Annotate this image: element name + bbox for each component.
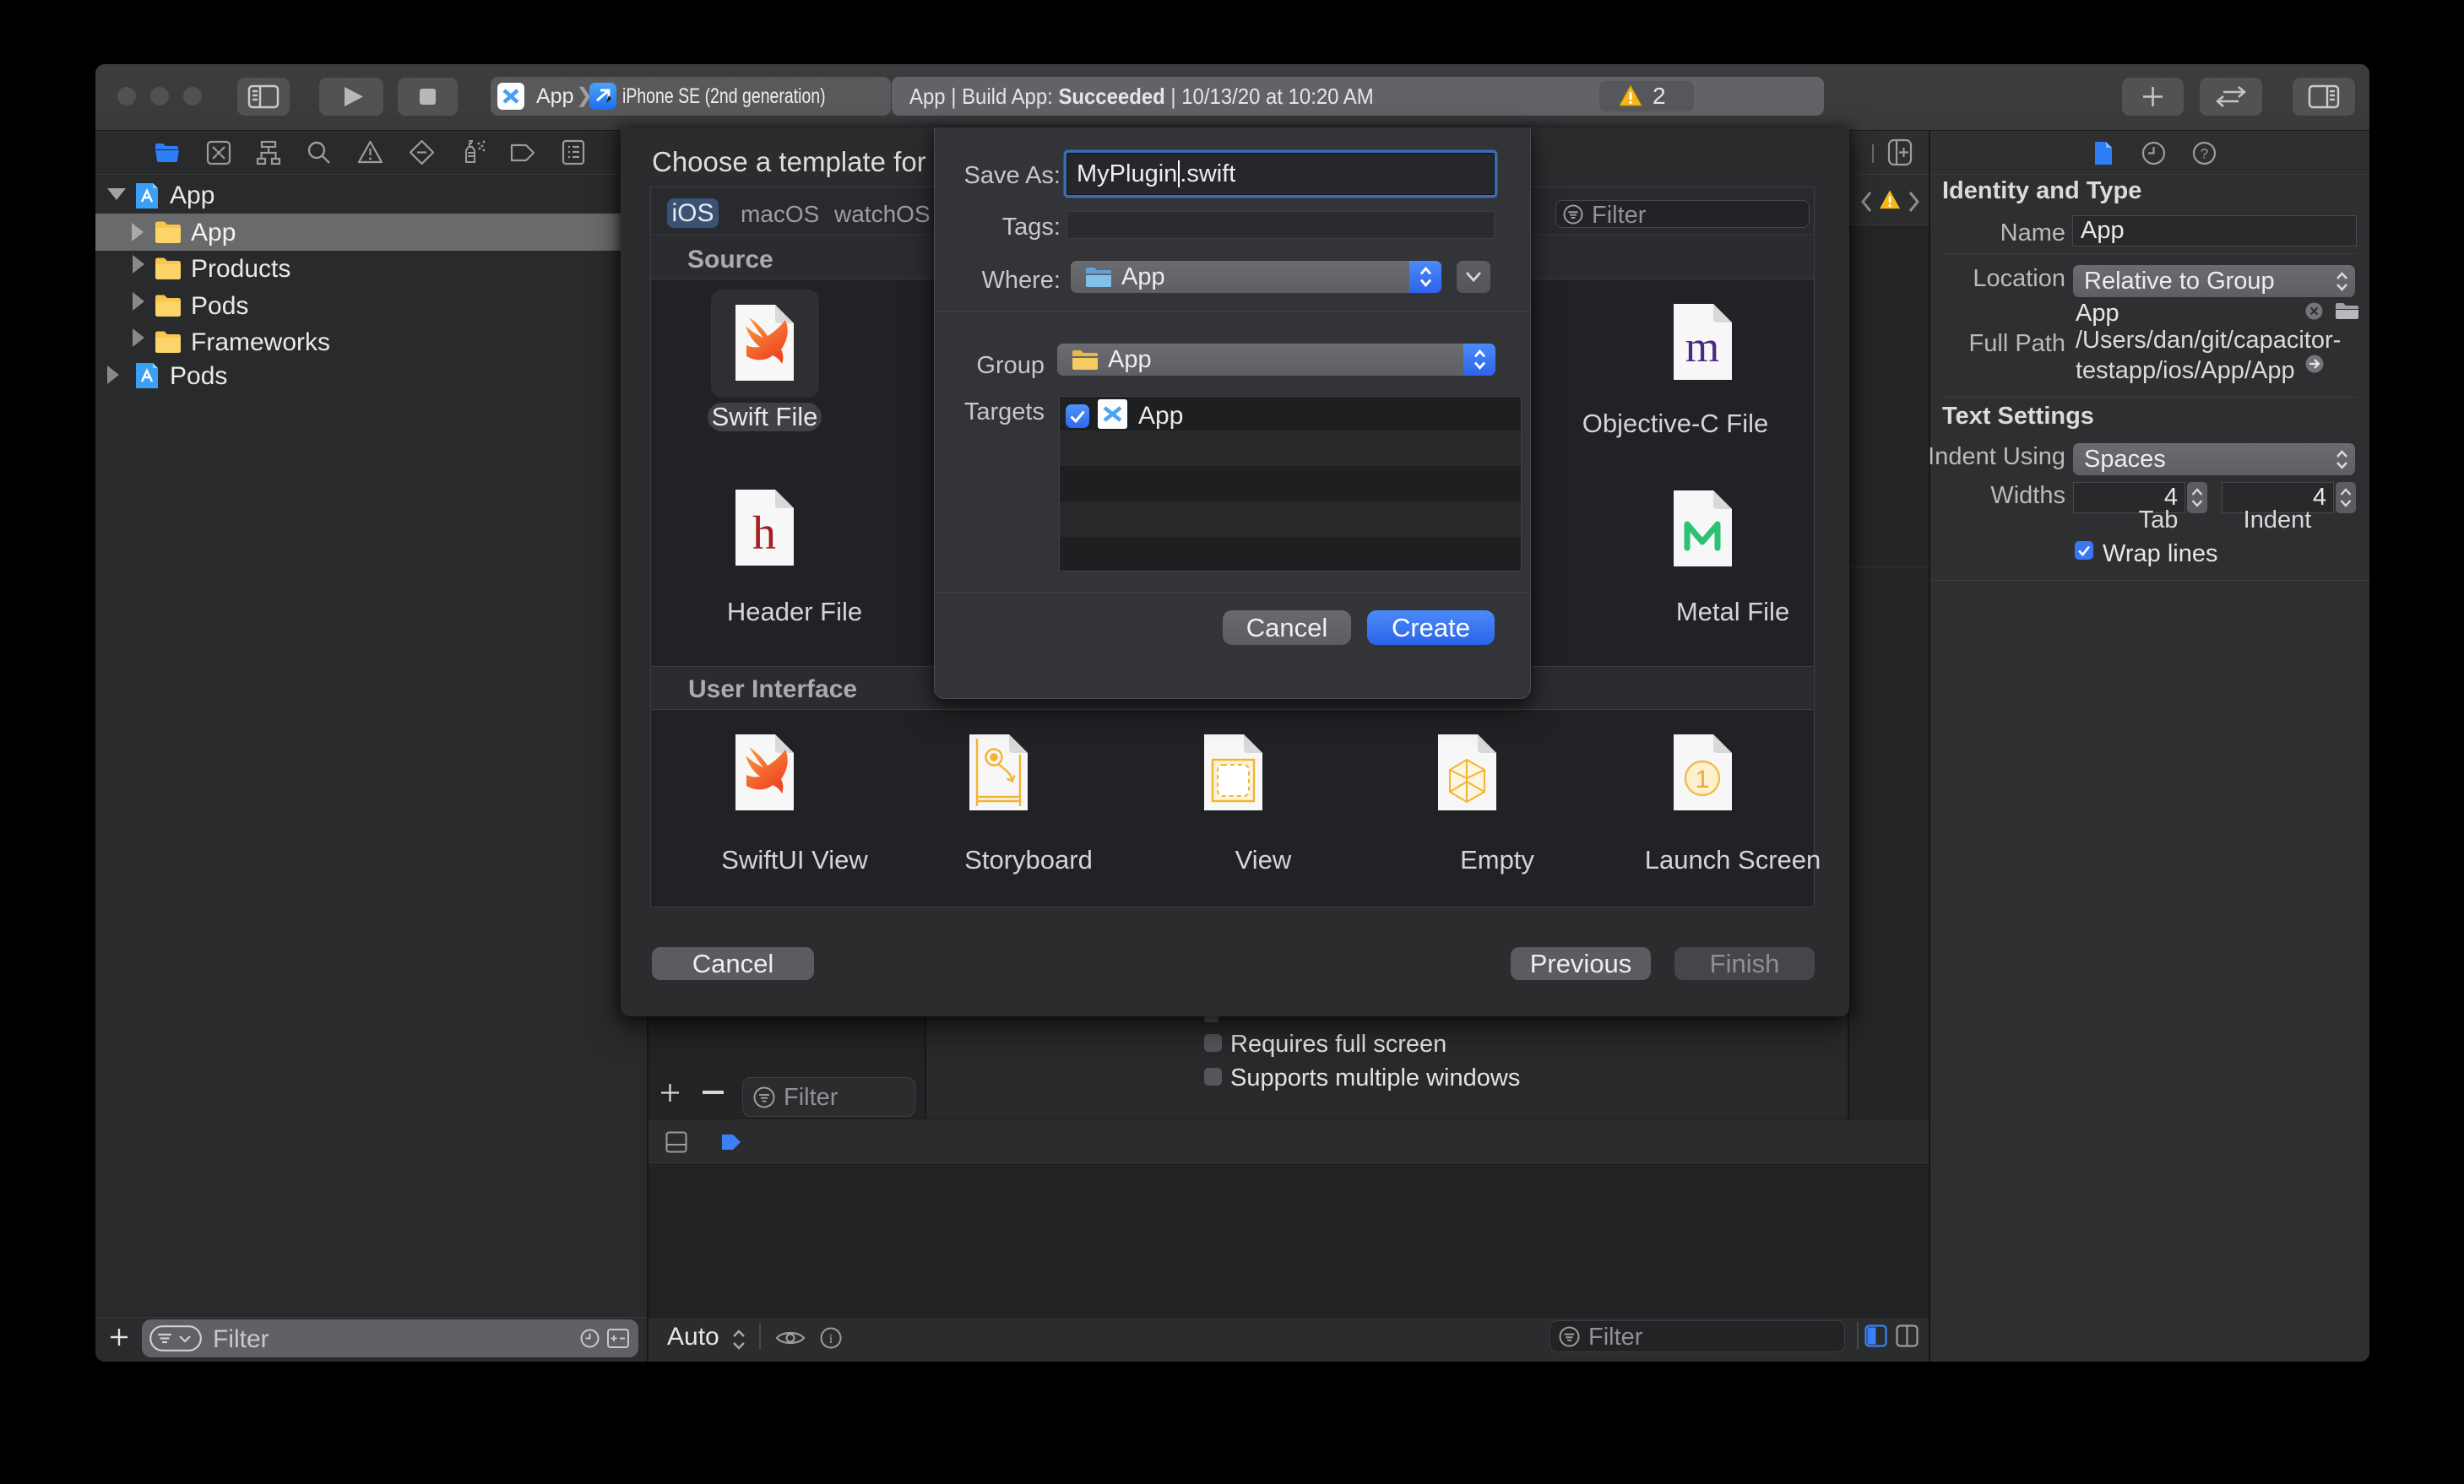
svg-text:1: 1 [1696, 766, 1710, 793]
svg-text:h: h [752, 507, 776, 560]
svg-text:?: ? [2201, 146, 2208, 162]
svg-text:i: i [829, 1332, 833, 1346]
svg-text:m: m [1685, 323, 1719, 371]
